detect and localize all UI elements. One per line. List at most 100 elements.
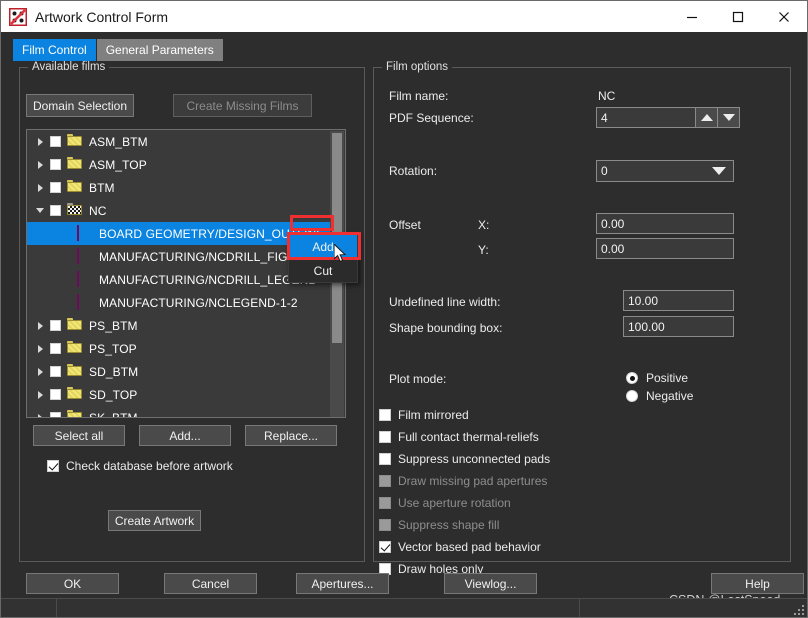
- tree-row-checkbox[interactable]: [50, 412, 61, 417]
- maximize-icon[interactable]: [715, 1, 761, 32]
- undefined-line-width-input[interactable]: 10.00: [623, 290, 734, 311]
- film-option-checkbox: [379, 519, 391, 531]
- pdf-sequence-spinner[interactable]: [696, 107, 740, 128]
- tree-row[interactable]: ASM_BTM: [27, 130, 331, 153]
- rotation-dropdown-hitbox[interactable]: [596, 160, 734, 182]
- tree-row-checkbox[interactable]: [50, 136, 61, 147]
- folder-icon: [67, 180, 83, 196]
- diamond-icon: [77, 295, 93, 311]
- select-all-button[interactable]: Select all: [33, 425, 125, 446]
- apertures-button[interactable]: Apertures...: [296, 573, 389, 594]
- film-option-checkbox[interactable]: [379, 541, 391, 553]
- pdf-sequence-input[interactable]: 4: [596, 107, 696, 128]
- tree-collapse-icon[interactable]: [33, 199, 47, 222]
- offset-y-label: Y:: [478, 243, 489, 257]
- tree-row[interactable]: ASM_TOP: [27, 153, 331, 176]
- film-option-checkbox[interactable]: [379, 431, 391, 443]
- tree-row-checkbox[interactable]: [50, 159, 61, 170]
- film-option-row[interactable]: Vector based pad behavior: [379, 540, 541, 554]
- tree-row[interactable]: PS_BTM: [27, 314, 331, 337]
- tree-row[interactable]: PS_TOP: [27, 337, 331, 360]
- tree-row-label: SD_BTM: [89, 365, 138, 379]
- film-option-row[interactable]: Film mirrored: [379, 408, 469, 422]
- folder-icon: [67, 318, 83, 334]
- film-option-label: Use aperture rotation: [398, 496, 511, 510]
- folder-icon: [67, 410, 83, 418]
- tree-row[interactable]: MANUFACTURING/NCDRILL_LEGEND: [27, 268, 331, 291]
- tree-expand-icon[interactable]: [33, 153, 47, 176]
- film-option-label: Suppress unconnected pads: [398, 452, 550, 466]
- check-database-before-artwork-row[interactable]: Check database before artwork: [47, 459, 233, 473]
- tree-row-checkbox[interactable]: [50, 389, 61, 400]
- offset-label: Offset: [389, 218, 421, 232]
- shape-bounding-box-label: Shape bounding box:: [389, 321, 502, 335]
- film-option-checkbox: [379, 497, 391, 509]
- film-option-checkbox[interactable]: [379, 453, 391, 465]
- tree-context-menu[interactable]: Add Cut: [288, 234, 358, 283]
- film-option-label: Vector based pad behavior: [398, 540, 541, 554]
- tree-row[interactable]: BOARD GEOMETRY/DESIGN_OUTLINE: [27, 222, 331, 245]
- diamond-icon: [77, 226, 93, 242]
- shape-bounding-box-input[interactable]: 100.00: [623, 316, 734, 337]
- folder-icon: [67, 134, 83, 150]
- film-option-row: Use aperture rotation: [379, 496, 511, 510]
- tree-row[interactable]: MANUFACTURING/NCDRILL_FIGURE: [27, 245, 331, 268]
- tree-expand-icon[interactable]: [33, 337, 47, 360]
- replace-button[interactable]: Replace...: [245, 425, 337, 446]
- tree-row-checkbox[interactable]: [50, 320, 61, 331]
- film-option-label: Draw missing pad apertures: [398, 474, 547, 488]
- close-icon[interactable]: [761, 1, 807, 32]
- check-database-checkbox[interactable]: [47, 460, 59, 472]
- spinner-down-icon[interactable]: [717, 107, 740, 128]
- diamond-icon: [77, 272, 93, 288]
- tree-row-checkbox[interactable]: [50, 205, 61, 216]
- film-option-row[interactable]: Suppress unconnected pads: [379, 452, 550, 466]
- folder-icon: [67, 157, 83, 173]
- tree-expand-icon[interactable]: [33, 130, 47, 153]
- folder-icon: [67, 387, 83, 403]
- artwork-app-icon: [9, 8, 27, 26]
- viewlog-button[interactable]: Viewlog...: [444, 573, 537, 594]
- film-option-label: Suppress shape fill: [398, 518, 499, 532]
- plot-mode-negative-row[interactable]: Negative: [626, 389, 693, 403]
- add-button[interactable]: Add...: [139, 425, 231, 446]
- spinner-up-icon[interactable]: [695, 107, 718, 128]
- tree-row-checkbox[interactable]: [50, 182, 61, 193]
- help-button[interactable]: Help: [711, 573, 804, 594]
- pdf-sequence-label: PDF Sequence:: [389, 111, 474, 125]
- ok-button[interactable]: OK: [26, 573, 119, 594]
- tree-row[interactable]: SD_TOP: [27, 383, 331, 406]
- plot-mode-negative-radio[interactable]: [626, 390, 638, 402]
- tree-expand-icon[interactable]: [33, 383, 47, 406]
- tree-row-label: MANUFACTURING/NCDRILL_LEGEND: [99, 273, 317, 287]
- status-bar-cell-2: [56, 599, 580, 617]
- tree-row[interactable]: SD_BTM: [27, 360, 331, 383]
- tree-expand-icon[interactable]: [33, 176, 47, 199]
- tree-row-label: MANUFACTURING/NCDRILL_FIGURE: [99, 250, 313, 264]
- offset-y-input[interactable]: 0.00: [596, 238, 734, 259]
- rotation-label: Rotation:: [389, 164, 437, 178]
- tree-expand-icon[interactable]: [33, 360, 47, 383]
- domain-selection-button[interactable]: Domain Selection: [26, 94, 134, 117]
- minimize-icon[interactable]: [669, 1, 715, 32]
- tree-expand-icon[interactable]: [33, 314, 47, 337]
- plot-mode-positive-radio[interactable]: [626, 372, 638, 384]
- tab-film-control[interactable]: Film Control: [13, 39, 96, 61]
- create-artwork-button[interactable]: Create Artwork: [108, 510, 201, 531]
- tab-general-parameters[interactable]: General Parameters: [97, 39, 223, 61]
- plot-mode-positive-row[interactable]: Positive: [626, 371, 688, 385]
- offset-x-input[interactable]: 0.00: [596, 213, 734, 234]
- tree-row[interactable]: NC: [27, 199, 331, 222]
- tree-row-checkbox[interactable]: [50, 343, 61, 354]
- cancel-button[interactable]: Cancel: [164, 573, 257, 594]
- tree-expand-icon[interactable]: [33, 406, 47, 417]
- film-name-label: Film name:: [389, 89, 448, 103]
- tree-row[interactable]: BTM: [27, 176, 331, 199]
- film-option-row: Draw missing pad apertures: [379, 474, 547, 488]
- tree-row[interactable]: SK_BTM: [27, 406, 331, 417]
- tree-row-checkbox[interactable]: [50, 366, 61, 377]
- tree-row[interactable]: MANUFACTURING/NCLEGEND-1-2: [27, 291, 331, 314]
- resize-grip-icon[interactable]: [794, 605, 804, 615]
- film-option-checkbox[interactable]: [379, 409, 391, 421]
- film-option-row[interactable]: Full contact thermal-reliefs: [379, 430, 539, 444]
